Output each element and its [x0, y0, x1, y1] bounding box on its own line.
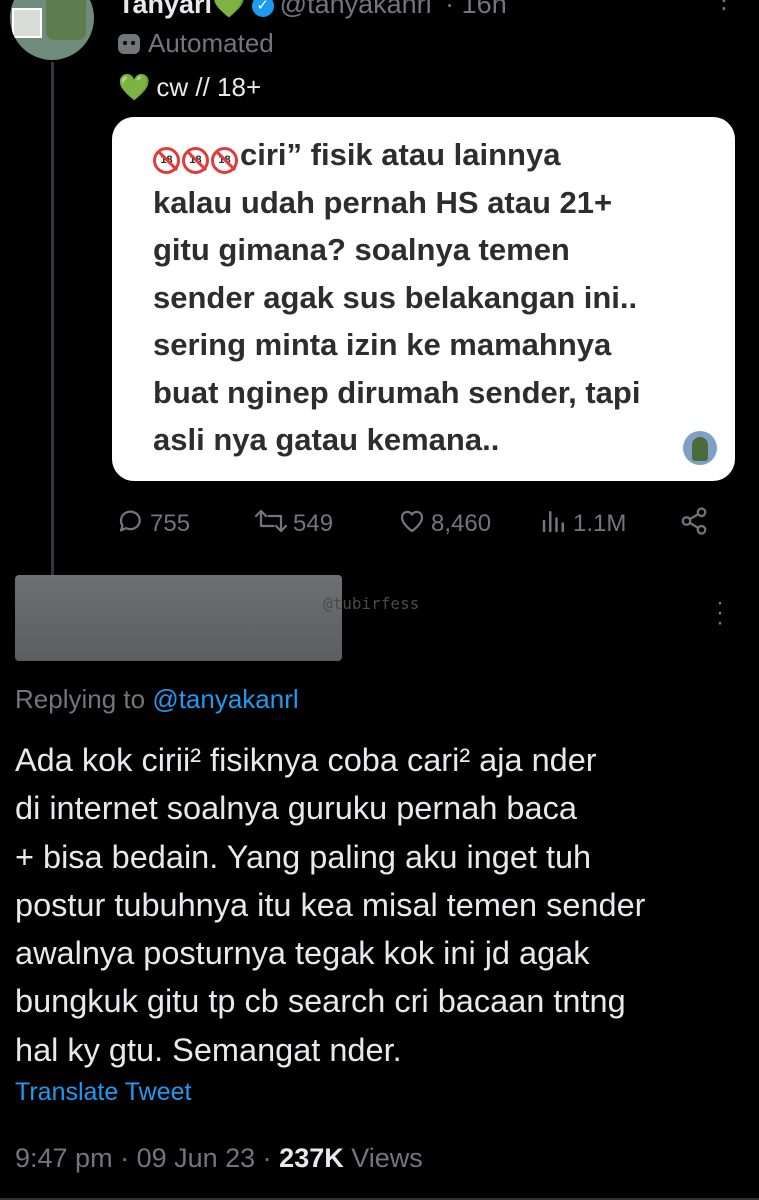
tweet-timestamp[interactable]: 9:47 pm [15, 1143, 113, 1173]
no-under-18-icon: 18 [182, 147, 209, 174]
replying-to-line: Replying to @tanyakanrl [15, 684, 299, 715]
more-options-icon[interactable]: · · · [714, 591, 726, 635]
tweet-media-image[interactable]: 18 18 18 ciri” fisik atau lainnya kalau uda… [112, 117, 735, 481]
author-avatar[interactable] [10, 0, 94, 60]
tweet-time[interactable]: · 16h [445, 0, 507, 19]
verified-badge-icon: ✓ [251, 0, 274, 17]
no-under-18-icon: 18 [153, 147, 180, 174]
like-count: 8,460 [431, 510, 492, 537]
content-warning-text: cw // 18+ [156, 72, 262, 102]
share-icon [681, 507, 707, 535]
heart-outline-icon [400, 510, 424, 533]
views-total: 237K [279, 1143, 344, 1173]
views-count: 1.1M [573, 510, 627, 537]
replying-prefix: Replying to [15, 684, 146, 714]
views-chart-icon [542, 511, 564, 533]
retweet-button[interactable]: 549 [253, 506, 333, 538]
media-text-first-line: ciri” fisik atau lainnya [240, 137, 561, 172]
media-text-body: kalau udah pernah HS atau 21+ gitu giman… [153, 184, 641, 458]
views-label: Views [351, 1143, 423, 1173]
media-avatar-icon [683, 431, 717, 465]
tweet-meta: 9:47 pm · 09 Jun 23 · 237K Views [15, 1143, 423, 1173]
retweet-count: 549 [293, 510, 334, 537]
translate-tweet-link[interactable]: Translate Tweet [15, 1078, 191, 1107]
media-text: 18 18 18 ciri” fisik atau lainnya kalau uda… [153, 131, 713, 464]
name-heart-emoji: 💚 [212, 0, 246, 19]
like-button[interactable]: 8,460 [397, 506, 491, 538]
replying-to-handle-link[interactable]: @tanyakanrl [152, 684, 298, 714]
thread-line [51, 62, 54, 578]
views-button[interactable]: 1.1M [539, 506, 626, 538]
reply-button[interactable]: 755 [116, 506, 190, 538]
author-handle[interactable]: @tanyakanrl [280, 0, 432, 19]
automated-text: Automated [148, 28, 274, 58]
tweet-text: 💚 cw // 18+ [118, 72, 261, 103]
redacted-author-block [15, 575, 342, 661]
author-header: Tanyarl💚 ✓ @tanyakanrl · 16h [118, 0, 507, 20]
no-under-18-icon: 18 [211, 147, 238, 174]
author-name[interactable]: Tanyarl [118, 0, 212, 19]
share-button[interactable] [679, 506, 713, 538]
reply-count: 755 [150, 510, 191, 537]
tweet-date[interactable]: 09 Jun 23 [137, 1143, 256, 1173]
green-heart-emoji: 💚 [118, 72, 151, 102]
robot-icon [118, 34, 140, 54]
more-options-icon[interactable]: ⋮ [712, 0, 736, 15]
automated-label: Automated [118, 28, 274, 59]
retweet-icon [254, 509, 288, 533]
reply-icon [119, 510, 141, 532]
reply-tweet-text: Ada kok cirii² fisiknya coba cari² aja n… [15, 742, 646, 1068]
watermark: @tubirfess [323, 594, 420, 613]
